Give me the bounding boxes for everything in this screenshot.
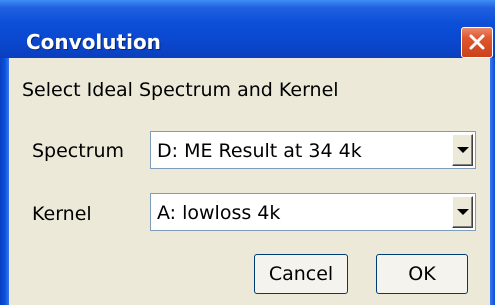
spectrum-label: Spectrum [32, 140, 125, 162]
title-bar[interactable]: Convolution [0, 0, 495, 58]
kernel-dropdown-button[interactable] [452, 196, 473, 228]
kernel-label: Kernel [32, 203, 92, 225]
instruction-text: Select Ideal Spectrum and Kernel [22, 79, 339, 101]
chevron-down-icon [457, 209, 469, 215]
convolution-dialog: Convolution Select Ideal Spectrum and Ke… [0, 0, 495, 305]
spectrum-selected-value: D: ME Result at 34 4k [157, 140, 362, 162]
kernel-selected-value: A: lowloss 4k [157, 202, 281, 224]
close-button[interactable] [461, 27, 493, 58]
spectrum-dropdown-button[interactable] [452, 134, 473, 166]
close-icon [469, 34, 485, 50]
chevron-down-icon [457, 147, 469, 153]
window-frame-left [0, 58, 9, 305]
spectrum-select[interactable]: D: ME Result at 34 4k [150, 131, 476, 169]
kernel-select[interactable]: A: lowloss 4k [150, 193, 476, 231]
cancel-button[interactable]: Cancel [254, 254, 348, 294]
ok-button[interactable]: OK [376, 254, 468, 294]
dialog-title: Convolution [26, 30, 161, 54]
window-frame-right [490, 58, 495, 305]
